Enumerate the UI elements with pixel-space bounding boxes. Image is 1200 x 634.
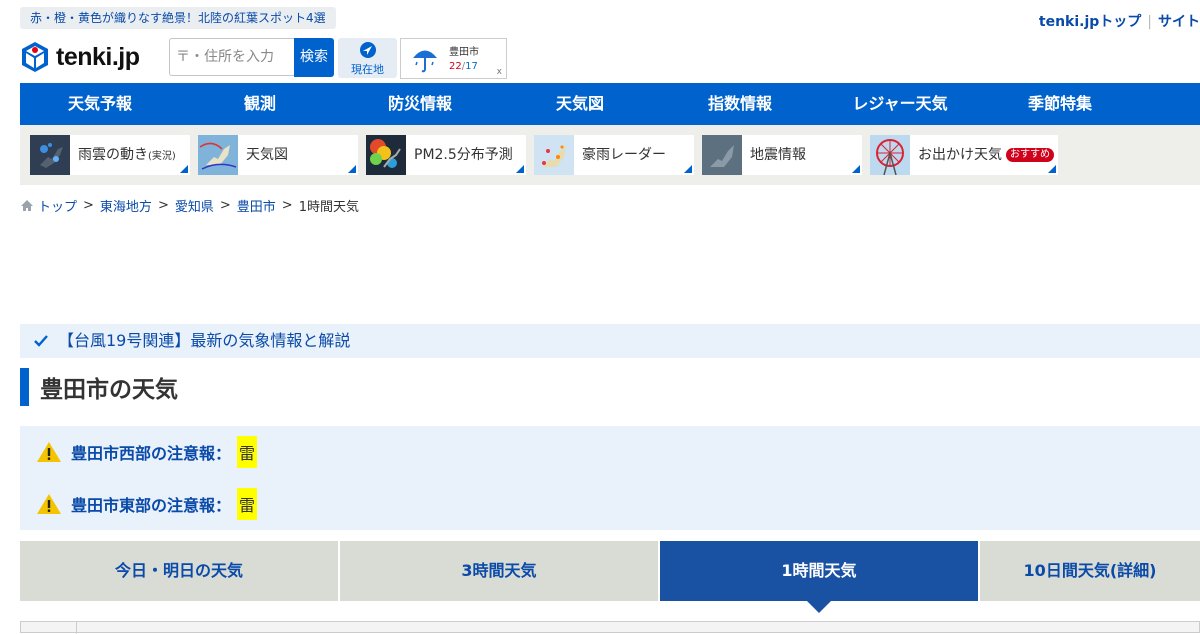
nav-disaster[interactable]: 防災情報 bbox=[340, 83, 500, 125]
tab-1hour[interactable]: 1時間天気 bbox=[660, 541, 978, 613]
tab-10day[interactable]: 10日間天気(詳細) bbox=[980, 541, 1200, 601]
sub-nav: 雨雲の動き(実況) 天気図 PM2.5分布予測 豪雨レーダー 地震情報 お出かけ… bbox=[20, 125, 1200, 185]
corner-arrow-icon bbox=[180, 165, 188, 173]
promo-banner[interactable]: 赤・橙・黄色が織りなす絶景！北陸の紅葉スポット4選 bbox=[20, 7, 336, 29]
subnav-weather-map-label: 天気図 bbox=[246, 147, 288, 163]
warning-east-kind: 雷 bbox=[237, 488, 258, 520]
subnav-weather-map[interactable]: 天気図 bbox=[198, 135, 358, 175]
search-button[interactable]: 検索 bbox=[294, 38, 334, 77]
earthquake-thumb-icon bbox=[702, 135, 742, 175]
breadcrumb-current: 1時間天気 bbox=[298, 200, 359, 215]
subnav-pm25-label: PM2.5分布予測 bbox=[414, 147, 513, 163]
logo-text: tenki.jp bbox=[56, 42, 140, 71]
current-location-label: 現在地 bbox=[351, 63, 384, 76]
global-nav: 天気予報 観測 防災情報 天気図 指数情報 レジャー天気 季節特集 ten bbox=[20, 83, 1200, 125]
tab-3hour[interactable]: 3時間天気 bbox=[340, 541, 658, 601]
site-logo[interactable]: tenki.jp bbox=[20, 40, 140, 74]
breadcrumb-top[interactable]: トップ bbox=[38, 196, 77, 215]
forecast-tabs: 今日・明日の天気 3時間天気 1時間天気 10日間天気(詳細) bbox=[20, 541, 1200, 613]
top-links: tenki.jpトップ | サイト bbox=[1039, 11, 1200, 31]
breadcrumb-aichi[interactable]: 愛知県 bbox=[175, 196, 214, 215]
subnav-earthquake[interactable]: 地震情報 bbox=[702, 135, 862, 175]
breadcrumb-separator: > bbox=[219, 198, 231, 213]
typhoon-info-text: 【台風19号関連】最新の気象情報と解説 bbox=[58, 331, 351, 350]
umbrella-icon bbox=[413, 50, 437, 73]
recommended-badge: おすすめ bbox=[1006, 148, 1054, 162]
nav-leisure[interactable]: レジャー天気 bbox=[820, 83, 980, 125]
outing-text: お出かけ天気 bbox=[918, 147, 1002, 163]
subnav-pm25[interactable]: PM2.5分布予測 bbox=[366, 135, 526, 175]
corner-arrow-icon bbox=[852, 165, 860, 173]
breadcrumb-toyota[interactable]: 豊田市 bbox=[237, 196, 276, 215]
hourly-table-top bbox=[20, 621, 1200, 634]
breadcrumb-separator: > bbox=[83, 198, 94, 213]
title-accent-bar bbox=[20, 368, 29, 406]
nav-more[interactable]: ten bbox=[1140, 83, 1200, 125]
subnav-outing[interactable]: お出かけ天気 おすすめ bbox=[870, 135, 1058, 175]
city-card-temps: 22/17 bbox=[449, 61, 478, 72]
page-title-block: 豊田市の天気 bbox=[20, 368, 178, 406]
city-card-close-button[interactable]: x bbox=[497, 67, 502, 77]
breadcrumb: トップ > 東海地方 > 愛知県 > 豊田市 > 1時間天気 bbox=[20, 196, 359, 215]
warning-west-area: 豊田市西部の注意報： bbox=[71, 444, 232, 463]
nav-weather-map[interactable]: 天気図 bbox=[500, 83, 660, 125]
favorite-city-card[interactable]: 豊田市 22/17 x bbox=[400, 38, 507, 79]
warning-west-kind: 雷 bbox=[237, 436, 258, 468]
sitemap-link[interactable]: サイト bbox=[1158, 14, 1200, 30]
heavy-rain-thumb-icon bbox=[534, 135, 574, 175]
rain-radar-text: 雨雲の動き bbox=[78, 147, 148, 163]
warning-icon bbox=[37, 494, 61, 514]
link-separator: | bbox=[1147, 14, 1152, 30]
current-location-button[interactable]: 現在地 bbox=[338, 38, 397, 78]
subnav-outing-label: お出かけ天気 おすすめ bbox=[918, 135, 1054, 175]
nav-season[interactable]: 季節特集 bbox=[980, 83, 1140, 125]
corner-arrow-icon bbox=[1048, 165, 1056, 173]
warning-icon bbox=[37, 442, 61, 462]
warning-west[interactable]: 豊田市西部の注意報： 雷 bbox=[20, 426, 1200, 478]
pm25-thumb-icon bbox=[366, 135, 406, 175]
subnav-rain-radar[interactable]: 雨雲の動き(実況) bbox=[30, 135, 190, 175]
nav-observation[interactable]: 観測 bbox=[180, 83, 340, 125]
check-icon bbox=[34, 335, 48, 347]
low-temp: 17 bbox=[465, 61, 478, 72]
subnav-rain-radar-label: 雨雲の動き(実況) bbox=[78, 135, 176, 177]
tab-today-tomorrow[interactable]: 今日・明日の天気 bbox=[20, 541, 338, 601]
weather-map-thumb-icon bbox=[198, 135, 238, 175]
breadcrumb-separator: > bbox=[281, 198, 293, 213]
warning-east[interactable]: 豊田市東部の注意報： 雷 bbox=[20, 478, 1200, 530]
corner-arrow-icon bbox=[684, 165, 692, 173]
warning-east-area: 豊田市東部の注意報： bbox=[71, 496, 232, 515]
tenki-top-link[interactable]: tenki.jpトップ bbox=[1039, 14, 1141, 30]
home-icon bbox=[21, 200, 33, 211]
subnav-earthquake-label: 地震情報 bbox=[750, 147, 806, 163]
high-temp: 22 bbox=[449, 61, 462, 72]
corner-arrow-icon bbox=[348, 165, 356, 173]
rain-radar-thumb-icon bbox=[30, 135, 70, 175]
location-arrow-icon bbox=[359, 42, 376, 58]
breadcrumb-separator: > bbox=[157, 198, 169, 213]
typhoon-info-link[interactable]: 【台風19号関連】最新の気象情報と解説 bbox=[20, 324, 1200, 358]
page-title: 豊田市の天気 bbox=[40, 377, 178, 403]
subnav-heavy-rain[interactable]: 豪雨レーダー bbox=[534, 135, 694, 175]
subnav-heavy-rain-label: 豪雨レーダー bbox=[582, 147, 666, 163]
address-search-input[interactable]: 〒・住所を入力 bbox=[169, 38, 295, 76]
city-card-name: 豊田市 bbox=[449, 47, 479, 58]
corner-arrow-icon bbox=[516, 165, 524, 173]
rain-radar-note: (実況) bbox=[148, 151, 176, 162]
tenki-logo-icon bbox=[22, 42, 48, 72]
nav-forecast[interactable]: 天気予報 bbox=[20, 83, 180, 125]
breadcrumb-tokai[interactable]: 東海地方 bbox=[100, 196, 152, 215]
ferris-wheel-thumb-icon bbox=[870, 135, 910, 175]
nav-index[interactable]: 指数情報 bbox=[660, 83, 820, 125]
